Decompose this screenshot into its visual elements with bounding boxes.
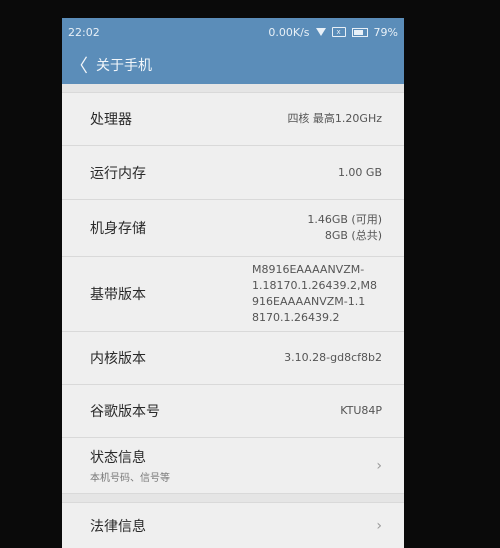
baseband-line: M8916EAAAANVZM- — [252, 263, 365, 276]
row-legal-info[interactable]: 法律信息 › — [62, 503, 404, 548]
status-time: 22:02 — [68, 25, 100, 39]
baseband-line: 8170.1.26439.2 — [252, 311, 340, 324]
settings-list: 处理器 四核 最高1.20GHz 运行内存 1.00 GB 机身存储 1.46G… — [62, 84, 404, 548]
row-value: M8916EAAAANVZM- 1.18170.1.26439.2,M8 916… — [252, 262, 382, 326]
row-label: 基带版本 — [90, 287, 146, 303]
status-info-subtitle: 本机号码、信号等 — [90, 473, 170, 484]
section-gap — [62, 494, 404, 503]
row-cpu: 处理器 四核 最高1.20GHz — [62, 93, 404, 146]
battery-icon — [351, 27, 368, 37]
phone-screen: 22:02 0.00K/s x 79% 〈 关于手机 处理器 四核 最高1.20… — [62, 18, 404, 548]
row-value: 四核 最高1.20GHz — [287, 112, 382, 125]
status-bar: 22:02 0.00K/s x 79% — [62, 18, 404, 46]
row-storage: 机身存储 1.46GB (可用) 8GB (总共) — [62, 200, 404, 257]
sim-icon: x — [331, 27, 346, 37]
row-value: 3.10.28-gd8cf8b2 — [284, 351, 382, 364]
row-status-info[interactable]: 状态信息 本机号码、信号等 › — [62, 438, 404, 494]
row-label: 运行内存 — [90, 165, 146, 182]
baseband-line: 916EAAAANVZM-1.1 — [252, 295, 366, 308]
storage-available: 1.46GB (可用) — [307, 213, 382, 226]
row-baseband: 基带版本 M8916EAAAANVZM- 1.18170.1.26439.2,M… — [62, 257, 404, 332]
back-icon[interactable]: 〈 — [62, 46, 96, 84]
row-value: KTU84P — [340, 404, 382, 417]
baseband-line: 1.18170.1.26439.2,M8 — [252, 279, 377, 292]
row-label: 谷歌版本号 — [90, 404, 160, 420]
status-info-title: 状态信息 — [90, 450, 146, 466]
row-value: 1.00 GB — [337, 165, 382, 179]
wifi-icon — [315, 28, 326, 36]
storage-total: 8GB (总共) — [324, 229, 382, 242]
row-label: 内核版本 — [90, 351, 146, 367]
chevron-right-icon: › — [376, 518, 382, 534]
section-gap — [62, 84, 404, 93]
network-speed: 0.00K/s — [268, 25, 310, 39]
row-ram: 运行内存 1.00 GB — [62, 146, 404, 200]
page-title: 关于手机 — [96, 58, 152, 74]
row-build-number[interactable]: 谷歌版本号 KTU84P — [62, 385, 404, 438]
row-label: 法律信息 — [90, 519, 146, 535]
row-value: 1.46GB (可用) 8GB (总共) — [307, 212, 382, 244]
app-bar: 〈 关于手机 — [62, 46, 404, 84]
chevron-right-icon: › — [376, 457, 382, 474]
status-right: 0.00K/s x 79% — [268, 26, 398, 39]
row-kernel: 内核版本 3.10.28-gd8cf8b2 — [62, 332, 404, 385]
row-label: 机身存储 — [90, 221, 146, 237]
row-label: 状态信息 本机号码、信号等 — [90, 447, 376, 484]
battery-percent: 79% — [373, 25, 398, 39]
row-label: 处理器 — [90, 112, 132, 128]
